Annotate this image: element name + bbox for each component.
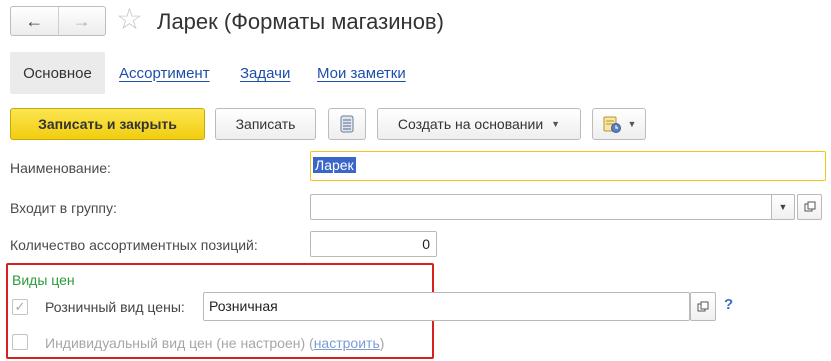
tab-tasks[interactable]: Задачи <box>240 52 290 94</box>
tab-main[interactable]: Основное <box>10 52 105 94</box>
create-based-on-button[interactable]: Создать на основании ▼ <box>377 108 581 140</box>
name-input[interactable]: Ларек <box>310 151 826 181</box>
favorite-star-icon[interactable]: ☆ <box>116 4 143 36</box>
group-open-button[interactable] <box>797 194 822 220</box>
page-title: Ларек (Форматы магазинов) <box>157 9 444 34</box>
individual-price-text: Индивидуальный вид цен (не настроен) ( <box>45 335 314 351</box>
chevron-down-icon: ▼ <box>551 119 561 129</box>
individual-price-checkbox[interactable] <box>12 334 28 350</box>
retail-price-checkbox[interactable]: ✓ <box>12 299 28 315</box>
list-button[interactable] <box>328 108 366 140</box>
help-icon[interactable]: ? <box>724 296 733 313</box>
chevron-down-icon: ▼ <box>627 119 637 129</box>
tab-assortment[interactable]: Ассортимент <box>119 52 210 94</box>
open-window-icon <box>697 301 709 311</box>
configure-link[interactable]: настроить <box>314 335 380 351</box>
retail-price-label: Розничный вид цены: <box>45 299 185 315</box>
group-dropdown-button[interactable]: ▼ <box>771 194 795 220</box>
create-based-on-label: Создать на основании <box>397 116 544 132</box>
retail-price-input[interactable]: Розничная <box>203 292 690 321</box>
back-button[interactable]: ← <box>11 7 58 35</box>
chevron-down-icon: ▼ <box>778 202 788 212</box>
arrow-right-icon: → <box>72 10 91 31</box>
forward-button[interactable]: → <box>57 7 106 35</box>
assortment-count-label: Количество ассортиментных позиций: <box>10 237 258 253</box>
tab-my-notes[interactable]: Мои заметки <box>317 52 406 94</box>
name-label: Наименование: <box>10 160 111 176</box>
save-and-close-button[interactable]: Записать и закрыть <box>10 108 205 140</box>
report-icon <box>603 116 621 133</box>
group-label: Входит в группу: <box>10 200 117 216</box>
arrow-left-icon: ← <box>25 10 44 31</box>
reports-button[interactable]: ▼ <box>592 108 646 140</box>
group-input[interactable]: ▼ <box>310 194 795 220</box>
section-title-price-types: Виды цен <box>12 272 75 288</box>
name-value: Ларек <box>313 157 356 173</box>
list-icon <box>340 115 354 133</box>
retail-price-open-button[interactable] <box>690 292 716 321</box>
history-nav: ← → <box>10 6 106 36</box>
open-window-icon <box>804 201 815 212</box>
assortment-count-input[interactable]: 0 <box>310 231 437 257</box>
save-button[interactable]: Записать <box>215 108 316 140</box>
individual-price-close: ) <box>379 335 385 351</box>
check-icon: ✓ <box>14 299 26 314</box>
individual-price-label: Индивидуальный вид цен (не настроен) (на… <box>45 334 384 352</box>
